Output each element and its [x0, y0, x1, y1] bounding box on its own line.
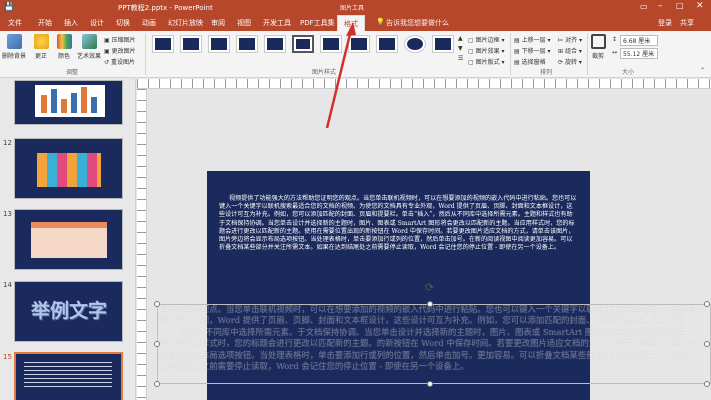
resize-handle[interactable] [704, 381, 710, 387]
ribbon-display-icon[interactable]: ▭ [640, 2, 648, 11]
rotate-button[interactable]: ⟳ 旋转 ▾ [558, 57, 582, 66]
crop-button[interactable]: 裁剪 [590, 34, 606, 60]
tab-review[interactable]: 审阅 [211, 18, 225, 28]
resize-handle[interactable] [427, 301, 433, 307]
slide-thumb-15[interactable] [14, 352, 123, 400]
gallery-up-icon[interactable]: ▲ [458, 35, 463, 42]
group-button[interactable]: ⊞ 组合 ▾ [558, 46, 582, 55]
compress-pictures-button[interactable]: ▣ 压缩图片 [104, 35, 136, 44]
width-label-icon: ↔ [612, 49, 618, 56]
slide-14-title: 举例文字 [30, 300, 107, 322]
lightbulb-icon: 💡 [376, 18, 385, 26]
style-thumb-1[interactable] [152, 35, 174, 53]
title-bar: 💾 PPT教程2.pptx - PowerPoint 图片工具 ▭ – □ ✕ [0, 0, 711, 15]
resize-handle[interactable] [154, 381, 160, 387]
selection-pane-button[interactable]: ▤ 选择窗格 [514, 57, 546, 66]
remove-background-button[interactable]: 删除背景 [2, 34, 26, 60]
change-picture-button[interactable]: ▣ 更改图片 [104, 46, 136, 55]
resize-handle[interactable] [427, 381, 433, 387]
crop-icon [590, 34, 606, 49]
tab-slideshow[interactable]: 幻灯片放映 [168, 18, 203, 28]
signin-link[interactable]: 登录 [658, 18, 672, 28]
gallery-down-icon[interactable]: ▼ [458, 45, 463, 52]
horizontal-ruler [137, 79, 711, 89]
maximize-icon[interactable]: □ [676, 1, 684, 10]
tab-home[interactable]: 开始 [38, 18, 52, 28]
tab-file[interactable]: 文件 [8, 18, 22, 28]
style-thumb-3[interactable] [208, 35, 230, 53]
color-icon [56, 34, 72, 49]
rotate-handle-icon[interactable]: ⟳ [425, 281, 434, 294]
slide-number: 14 [3, 281, 12, 289]
align-button[interactable]: ⊨ 对齐 ▾ [558, 35, 582, 44]
style-thumb-4[interactable] [236, 35, 258, 53]
ribbon: 删除背景 更正 颜色 艺术效果 ▣ 压缩图片 ▣ 更改图片 ↺ 重设图片 调整 … [0, 31, 711, 78]
tab-animations[interactable]: 动画 [142, 18, 156, 28]
slide-editing-area[interactable]: 视频提供了功能强大的方法帮助您证明您的观点。当您单击联机视频时，可以在想要添加的… [147, 89, 711, 400]
sun-icon [33, 34, 49, 49]
gallery-more-icon[interactable]: ☰ [458, 55, 463, 62]
slide-number: 12 [3, 139, 12, 147]
adjust-group-label: 调整 [66, 69, 79, 76]
slide-body-text[interactable]: 视频提供了功能强大的方法帮助您证明您的观点。当您单击联机视频时，可以在想要添加的… [219, 195, 577, 252]
tab-developer[interactable]: 开发工具 [263, 18, 291, 28]
send-backward-button[interactable]: ▤ 下移一层 ▾ [514, 46, 551, 55]
selected-picture-text: 您证明您的观点。当您单击联机视频时，可以在想要添加的视频的嵌入代码中进行粘贴。您… [159, 304, 698, 372]
resize-handle[interactable] [704, 341, 710, 347]
tool-context-label: 图片工具 [340, 5, 365, 12]
ribbon-tabs: 文件 开始 插入 设计 切换 动画 幻灯片放映 审阅 视图 开发工具 PDF工具… [0, 15, 711, 31]
resize-handle[interactable] [704, 301, 710, 307]
slide-thumb-11[interactable] [14, 80, 123, 125]
close-icon[interactable]: ✕ [696, 1, 704, 11]
tab-format[interactable]: 格式 [337, 15, 365, 31]
slide-number: 15 [3, 353, 12, 361]
picture-border-button[interactable]: ▢ 图片边框 ▾ [468, 35, 505, 44]
style-thumb-7[interactable] [320, 35, 342, 53]
bring-forward-button[interactable]: ▤ 上移一层 ▾ [514, 35, 551, 44]
slide-thumb-13[interactable] [14, 209, 123, 270]
height-input[interactable]: 6.68 厘米 [620, 35, 658, 46]
style-thumb-11[interactable] [432, 35, 454, 53]
remove-background-icon [6, 34, 22, 49]
tab-design[interactable]: 设计 [90, 18, 104, 28]
window-title: PPT教程2.pptx - PowerPoint [118, 4, 213, 12]
style-thumb-10[interactable] [404, 35, 426, 53]
tab-transitions[interactable]: 切换 [116, 18, 130, 28]
vertical-ruler [137, 89, 147, 400]
share-button[interactable]: 共享 [680, 18, 694, 28]
style-thumb-8[interactable] [348, 35, 370, 53]
style-thumb-6[interactable] [292, 35, 314, 53]
tab-pdf-tools[interactable]: PDF工具集 [300, 18, 335, 28]
corrections-button[interactable]: 更正 [32, 34, 50, 60]
style-thumb-5[interactable] [264, 35, 286, 53]
slide-thumb-14[interactable]: 举例文字 [14, 281, 123, 342]
height-label-icon: ↕ [612, 36, 618, 43]
style-thumb-9[interactable] [376, 35, 398, 53]
resize-handle[interactable] [154, 301, 160, 307]
arrange-group-label: 排列 [540, 69, 553, 76]
slide-number: 13 [3, 210, 12, 218]
size-group-label: 大小 [622, 69, 635, 76]
collapse-ribbon-icon[interactable]: ⌃ [700, 67, 705, 74]
slide-thumb-12[interactable] [14, 138, 123, 199]
tell-me-input[interactable]: 告诉我您想要做什么 [386, 18, 449, 28]
picture-styles-group-label: 图片样式 [312, 69, 337, 76]
picture-layout-button[interactable]: ▢ 图片版式 ▾ [468, 57, 505, 66]
save-icon[interactable]: 💾 [4, 2, 14, 11]
slide-thumbnails-pane[interactable]: 12 13 14 举例文字 15 [0, 79, 136, 400]
reset-picture-button[interactable]: ↺ 重设图片 [104, 57, 135, 66]
resize-handle[interactable] [154, 341, 160, 347]
width-input[interactable]: 55.12 厘米 [620, 48, 658, 59]
tab-insert[interactable]: 插入 [64, 18, 78, 28]
artistic-effects-icon [81, 34, 97, 49]
color-button[interactable]: 颜色 [55, 34, 73, 60]
tab-view[interactable]: 视图 [237, 18, 251, 28]
picture-effects-button[interactable]: ▢ 图片效果 ▾ [468, 46, 505, 55]
style-thumb-2[interactable] [180, 35, 202, 53]
minimize-icon[interactable]: – [658, 1, 663, 11]
artistic-effects-button[interactable]: 艺术效果 [76, 34, 102, 60]
